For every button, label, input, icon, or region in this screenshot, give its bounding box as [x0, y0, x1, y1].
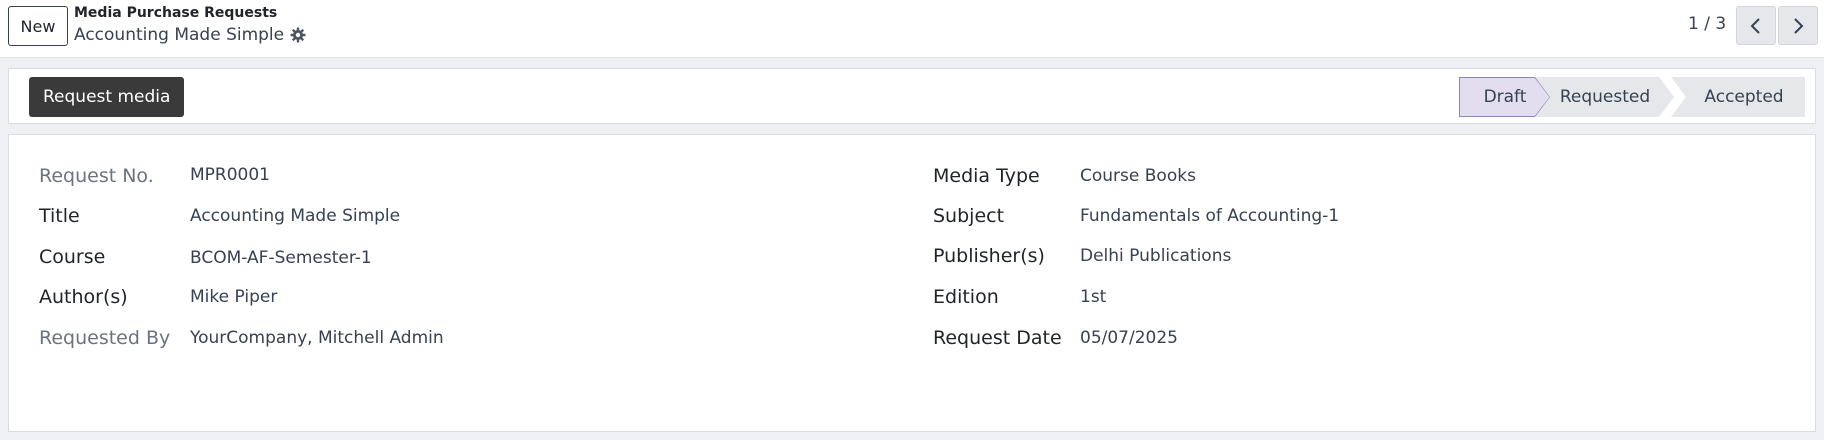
publishers-field[interactable]: Delhi Publications: [1080, 246, 1231, 266]
chevron-left-icon: [1750, 17, 1760, 34]
label-requested-by: Requested By: [39, 327, 171, 349]
label-request-date: Request Date: [933, 327, 1062, 349]
stage-label: Draft: [1483, 87, 1527, 107]
status-bar: Request media Draft Requested Accepted: [8, 68, 1816, 124]
request-media-button[interactable]: Request media: [29, 77, 185, 117]
label-media-type: Media Type: [933, 165, 1040, 187]
gear-icon[interactable]: [290, 27, 306, 43]
pager-next-button[interactable]: [1778, 6, 1818, 45]
chevron-right-icon: [1794, 17, 1804, 34]
label-authors: Author(s): [39, 286, 128, 308]
label-title: Title: [39, 205, 80, 227]
label-course: Course: [39, 246, 106, 268]
request-date-field[interactable]: 05/07/2025: [1080, 328, 1178, 348]
label-request-no: Request No.: [39, 165, 154, 187]
breadcrumb[interactable]: Media Purchase Requests: [74, 5, 277, 21]
stage-label: Accepted: [1704, 87, 1784, 107]
value-request-no: MPR0001: [190, 165, 270, 185]
status-stages: Draft Requested Accepted: [1459, 77, 1805, 117]
stage-accepted[interactable]: Accepted: [1671, 77, 1805, 117]
authors-field[interactable]: Mike Piper: [190, 287, 277, 307]
stage-requested[interactable]: Requested: [1535, 77, 1675, 117]
record-title-row: Accounting Made Simple: [74, 25, 306, 45]
course-field[interactable]: BCOM-AF-Semester-1: [190, 248, 372, 268]
new-button[interactable]: New: [8, 6, 68, 46]
form-sheet: Request No. MPR0001 Title Accounting Mad…: [8, 134, 1816, 432]
control-panel: New Media Purchase Requests Accounting M…: [0, 0, 1824, 58]
media-type-field[interactable]: Course Books: [1080, 166, 1196, 186]
pager-value[interactable]: 1 / 3: [1688, 14, 1726, 34]
record-title: Accounting Made Simple: [74, 25, 285, 45]
label-publishers: Publisher(s): [933, 245, 1045, 267]
pager-previous-button[interactable]: [1736, 6, 1776, 45]
edition-field[interactable]: 1st: [1080, 287, 1106, 307]
stage-label: Requested: [1559, 87, 1651, 107]
subject-field[interactable]: Fundamentals of Accounting-1: [1080, 206, 1339, 226]
label-edition: Edition: [933, 286, 999, 308]
value-requested-by: YourCompany, Mitchell Admin: [190, 328, 444, 348]
title-field[interactable]: Accounting Made Simple: [190, 206, 400, 226]
label-subject: Subject: [933, 205, 1005, 227]
